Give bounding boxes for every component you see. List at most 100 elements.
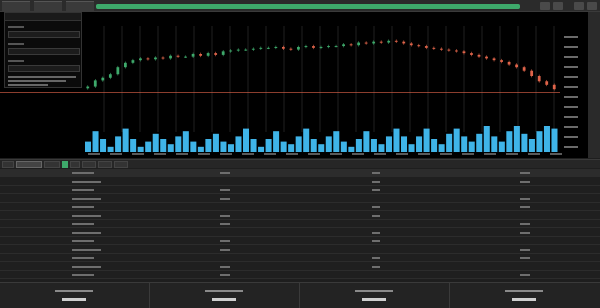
panel-label — [8, 60, 24, 62]
candle — [139, 58, 142, 61]
results-tab[interactable] — [2, 161, 14, 168]
candle — [206, 53, 210, 56]
table-cell — [520, 180, 530, 183]
results-tab[interactable] — [114, 161, 128, 168]
table-cell — [220, 197, 230, 200]
table-cell — [520, 172, 530, 174]
candle — [154, 57, 157, 60]
panel-field[interactable] — [8, 48, 80, 55]
x-tick-label — [308, 153, 320, 155]
volume-bar — [355, 139, 362, 152]
volume-bar — [363, 131, 370, 152]
volume-bar — [483, 126, 490, 152]
x-tick-label — [484, 153, 496, 155]
candle — [394, 40, 398, 42]
volume-bar — [423, 128, 430, 152]
panel-field[interactable] — [8, 65, 80, 72]
chart-scrollbar[interactable] — [588, 12, 600, 158]
price-chart[interactable] — [0, 12, 588, 158]
table-cell — [220, 172, 230, 174]
table-cell — [72, 274, 94, 276]
results-tab[interactable] — [98, 161, 112, 168]
results-tab[interactable] — [82, 161, 96, 168]
table-cell — [372, 214, 380, 217]
table-cell — [520, 223, 530, 225]
performance-table — [0, 169, 600, 279]
candle — [379, 41, 383, 43]
chart-settings-panel[interactable] — [4, 12, 82, 88]
table-row — [0, 229, 600, 237]
volume-bar — [408, 144, 415, 152]
x-tick-label — [462, 153, 474, 155]
results-tab[interactable] — [70, 161, 80, 168]
y-tick-label — [564, 106, 578, 108]
volume-bar — [145, 141, 152, 152]
summary-value — [212, 298, 236, 301]
volume-bar — [130, 139, 137, 152]
summary-label — [205, 290, 243, 292]
volume-bar — [235, 136, 242, 152]
x-tick-label — [154, 153, 166, 155]
candle — [86, 86, 90, 89]
close-icon[interactable] — [587, 2, 597, 10]
volume-bar — [348, 146, 355, 152]
x-tick-label — [220, 153, 232, 155]
volume-bar — [280, 141, 287, 152]
toolbar-tab[interactable] — [2, 1, 30, 11]
table-cell — [72, 206, 94, 208]
candle — [169, 55, 172, 59]
panel-text — [8, 80, 66, 82]
table-cell — [72, 197, 101, 200]
candle — [93, 80, 97, 87]
volume-bar — [160, 139, 167, 152]
summary-value — [512, 298, 536, 301]
toolbar-tab[interactable] — [34, 1, 62, 11]
volume-bar — [370, 139, 377, 152]
toolbar-button[interactable] — [553, 2, 563, 10]
volume-bar — [551, 128, 558, 152]
volume-bar — [107, 146, 114, 152]
candle — [259, 47, 263, 49]
summary-label — [55, 290, 93, 292]
table-cell — [220, 240, 230, 242]
toolbar-tab[interactable] — [66, 1, 94, 11]
table-row — [0, 246, 600, 254]
volume-bar — [543, 126, 550, 152]
candle — [417, 45, 421, 47]
table-cell — [520, 197, 530, 200]
volume-bar — [152, 133, 159, 152]
x-tick-label — [396, 153, 408, 155]
results-tab[interactable] — [16, 161, 42, 168]
table-cell — [72, 248, 101, 251]
volume-bar — [491, 136, 498, 152]
y-tick-label — [564, 146, 578, 148]
candle — [387, 40, 391, 43]
table-cell — [220, 189, 230, 191]
volume-bar — [498, 141, 505, 152]
volume-bar — [122, 128, 129, 152]
table-cell — [372, 189, 380, 191]
volume-bar — [295, 136, 302, 152]
y-tick-label — [564, 36, 578, 38]
settings-icon[interactable] — [574, 2, 584, 10]
panel-field[interactable] — [8, 31, 80, 38]
panel-label — [8, 26, 24, 28]
candle — [116, 67, 120, 75]
volume-bar — [506, 131, 513, 152]
volume-bar — [333, 131, 340, 152]
volume-bar — [273, 131, 280, 152]
results-tab[interactable] — [44, 161, 60, 168]
candle — [364, 42, 368, 44]
candle — [334, 46, 338, 48]
candle — [229, 50, 233, 52]
x-axis — [88, 153, 562, 155]
volume-bar — [167, 144, 174, 152]
x-tick-label — [242, 153, 254, 155]
toolbar-button[interactable] — [540, 2, 550, 10]
candle — [251, 48, 255, 50]
table-cell — [372, 265, 380, 268]
x-tick-label — [550, 153, 562, 155]
panel-text — [8, 76, 76, 78]
results-tab-badge — [62, 161, 68, 168]
panel-header — [5, 13, 81, 21]
